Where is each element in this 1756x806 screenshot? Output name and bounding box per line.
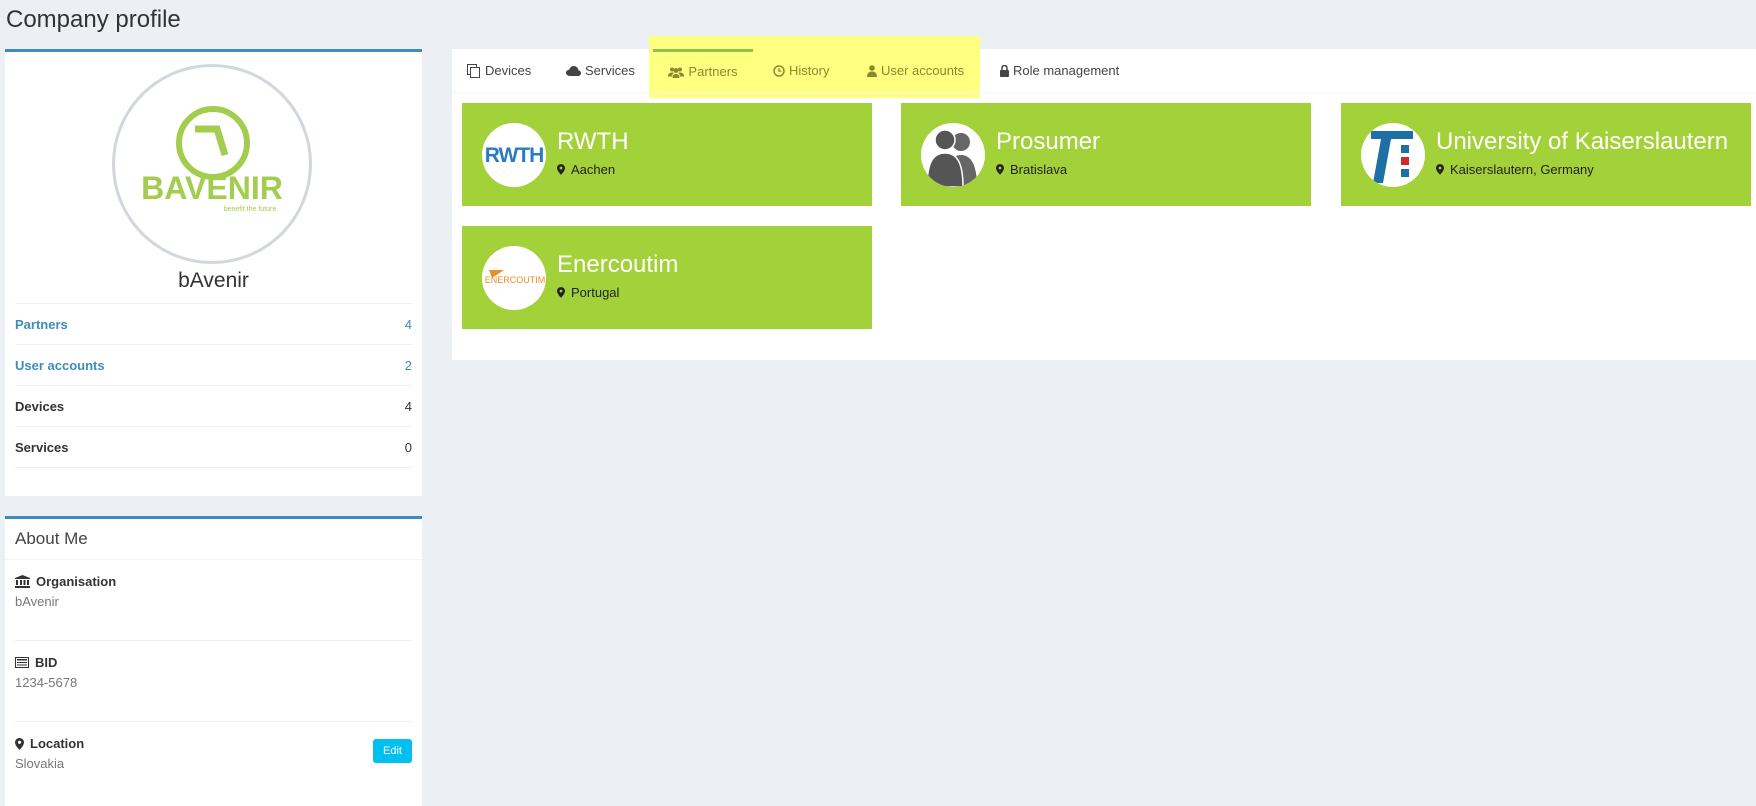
location-label: Location [30, 736, 85, 751]
stats-list: Partners 4 User accounts 2 Devices 4 Ser… [15, 303, 412, 468]
enercoutim-logo-text: ENERCOUTIM [485, 275, 546, 285]
company-logo: BAVENIR benefit the future [112, 64, 312, 264]
tab-history[interactable]: History [773, 49, 829, 92]
tab-label: Devices [485, 62, 532, 78]
rwth-logo: RWTH [482, 123, 546, 187]
organisation-value: bAvenir [15, 594, 59, 609]
partner-name: University of Kaiserslautern [1436, 128, 1729, 155]
id-card-icon [15, 657, 29, 668]
organisation-label: Organisation [36, 574, 117, 589]
about-box: About Me Organisation bAvenir BID 1234-5… [5, 516, 422, 806]
stat-label: Devices [15, 398, 65, 414]
partner-name: Enercoutim [557, 251, 679, 278]
rwth-logo-text: RWTH [485, 144, 544, 167]
map-marker-icon [996, 164, 1004, 175]
copy-icon [467, 63, 480, 78]
map-marker-icon [557, 164, 565, 175]
tab-devices[interactable]: Devices [467, 49, 531, 92]
partner-location: Kaiserslautern, Germany [1436, 162, 1594, 177]
map-marker-icon [1436, 164, 1444, 175]
cloud-icon [566, 65, 581, 76]
partner-location-text: Kaiserslautern, Germany [1450, 162, 1594, 177]
about-location: Location Slovakia Edit [15, 722, 412, 802]
stat-value: 0 [404, 439, 412, 455]
bank-icon [15, 575, 30, 588]
partner-location: Bratislava [996, 162, 1067, 177]
partner-location-text: Bratislava [1010, 162, 1068, 177]
location-value: Slovakia [15, 756, 65, 771]
partner-location: Portugal [557, 285, 619, 300]
stat-user-accounts[interactable]: User accounts 2 [15, 344, 412, 386]
stat-devices: Devices 4 [15, 385, 412, 427]
partner-name: Prosumer [996, 128, 1101, 155]
stat-services: Services 0 [15, 426, 412, 468]
stat-label[interactable]: User accounts [15, 358, 105, 373]
partner-location: Aachen [557, 162, 615, 177]
logo-text: BAVENIR [141, 170, 283, 206]
tab-role-management[interactable]: Role management [1000, 49, 1119, 92]
partner-card-prosumer[interactable]: Prosumer Bratislava [901, 103, 1311, 206]
partner-name: RWTH [557, 128, 629, 155]
partner-card-rwth[interactable]: RWTH RWTH Aachen [462, 103, 872, 206]
stat-value: 2 [404, 357, 412, 373]
tab-label: Services [585, 62, 635, 78]
enercoutim-logo: ENERCOUTIM [482, 246, 546, 310]
partner-card-enercoutim[interactable]: ENERCOUTIM Enercoutim Portugal [462, 226, 872, 329]
partner-location-text: Aachen [571, 162, 616, 177]
tab-label: History [789, 62, 830, 78]
profile-box: BAVENIR benefit the future bAvenir Partn… [5, 49, 422, 496]
logo-tagline: benefit the future [224, 206, 277, 213]
clock-icon [773, 64, 785, 77]
tab-services[interactable]: Services [566, 49, 635, 92]
prosumer-avatar [921, 123, 985, 187]
tab-label: Partners [688, 64, 738, 79]
stat-value: 4 [404, 398, 412, 414]
tab-label: User accounts [881, 62, 965, 78]
user-icon [867, 64, 877, 77]
bid-value: 1234-5678 [15, 675, 78, 690]
stat-label: Services [15, 439, 69, 455]
lock-icon [1000, 64, 1009, 77]
partner-card-kaiserslautern[interactable]: University of Kaiserslautern Kaiserslaut… [1341, 103, 1751, 206]
stat-label[interactable]: Partners [15, 317, 68, 332]
tab-label: Role management [1013, 62, 1120, 78]
bid-label: BID [35, 655, 58, 670]
partner-location-text: Portugal [571, 285, 620, 300]
map-marker-icon [15, 737, 24, 750]
tab-partners[interactable]: Partners [653, 49, 753, 92]
stat-partners[interactable]: Partners 4 [15, 303, 412, 345]
map-marker-icon [557, 287, 565, 298]
tab-bar: Devices Services Partners History User a… [452, 49, 1756, 93]
about-organisation: Organisation bAvenir [15, 560, 412, 641]
users-icon [668, 67, 685, 78]
edit-button[interactable]: Edit [373, 739, 412, 763]
tab-user-accounts[interactable]: User accounts [867, 49, 964, 92]
kaiserslautern-logo [1361, 123, 1425, 187]
about-title: About Me [5, 519, 422, 560]
page-title: Company profile [6, 6, 181, 33]
about-bid: BID 1234-5678 [15, 641, 412, 722]
stat-value: 4 [404, 316, 412, 332]
company-name: bAvenir [178, 269, 249, 292]
